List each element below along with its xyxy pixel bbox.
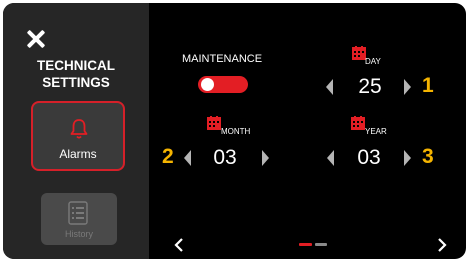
toggle-knob: [201, 78, 214, 91]
step-number-1: 1: [422, 74, 434, 97]
history-label: History: [64, 229, 93, 239]
bell-icon: [70, 119, 88, 139]
maintenance-toggle[interactable]: [198, 76, 248, 93]
year-value: 03: [357, 146, 381, 169]
screen-frame: TECHNICAL SETTINGS Alarms History MAINTE…: [3, 3, 466, 259]
sidebar: TECHNICAL SETTINGS Alarms History: [3, 3, 149, 259]
calendar-icon: [207, 116, 221, 130]
maintenance-label: MAINTENANCE: [182, 53, 263, 65]
month-label: MONTH: [221, 127, 251, 136]
day-value: 25: [358, 75, 382, 98]
sidebar-title-line1: TECHNICAL: [37, 58, 115, 73]
calendar-icon: [352, 46, 366, 60]
history-button[interactable]: History: [41, 193, 117, 245]
sidebar-title: TECHNICAL SETTINGS: [3, 57, 149, 91]
sidebar-title-line2: SETTINGS: [42, 75, 110, 90]
year-label: YEAR: [365, 127, 387, 136]
year-increase-arrow[interactable]: [404, 150, 411, 166]
year-decrease-arrow[interactable]: [327, 150, 334, 166]
chevron-left-icon[interactable]: [173, 237, 185, 253]
list-icon: [68, 201, 88, 225]
calendar-icon: [351, 116, 365, 130]
month-decrease-arrow[interactable]: [184, 150, 191, 166]
chevron-right-icon[interactable]: [436, 237, 448, 253]
page-dot: [315, 243, 327, 246]
alarms-label: Alarms: [59, 147, 97, 161]
month-value: 03: [213, 146, 237, 169]
alarms-button[interactable]: Alarms: [31, 101, 125, 171]
step-number-3: 3: [422, 145, 434, 168]
close-icon[interactable]: [27, 30, 45, 48]
month-increase-arrow[interactable]: [262, 150, 269, 166]
step-number-2: 2: [162, 145, 174, 168]
page-dot-active: [299, 243, 312, 246]
day-increase-arrow[interactable]: [404, 79, 411, 95]
day-label: DAY: [365, 57, 381, 66]
day-decrease-arrow[interactable]: [326, 79, 333, 95]
